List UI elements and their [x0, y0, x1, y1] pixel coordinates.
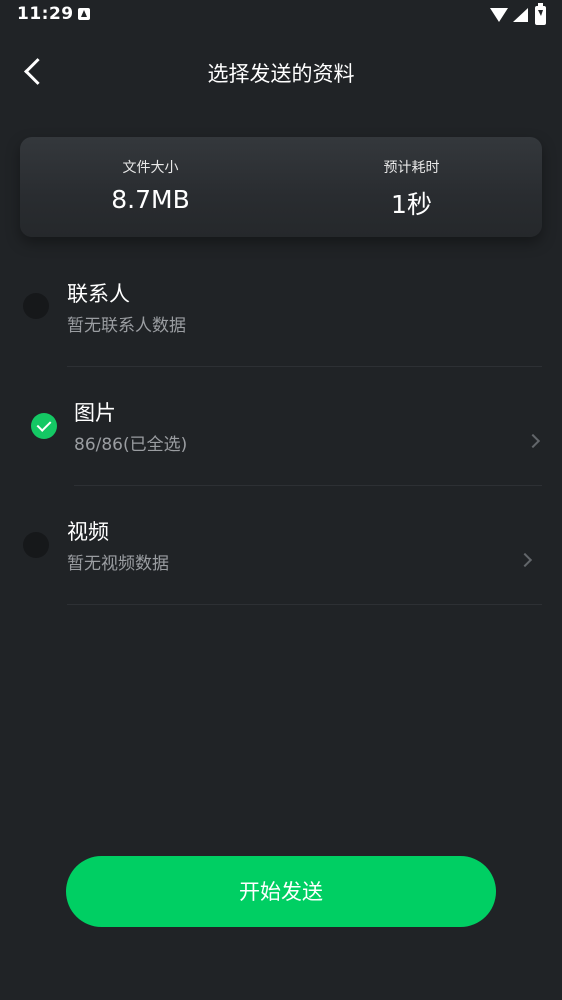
- file-size-label: 文件大小: [122, 160, 179, 176]
- contacts-select-radio[interactable]: [23, 293, 49, 319]
- status-time: 11:29: [17, 4, 74, 24]
- chevron-right-icon[interactable]: [517, 552, 533, 568]
- row-divider: [67, 604, 542, 605]
- contacts-subtitle: 暂无联系人数据: [67, 316, 186, 336]
- videos-select-radio[interactable]: [23, 532, 49, 558]
- category-row-contacts[interactable]: 联系人 暂无联系人数据: [0, 248, 562, 367]
- transfer-summary-card: 文件大小 8.7MB 预计耗时 1秒: [20, 137, 542, 237]
- file-size-block: 文件大小 8.7MB: [20, 137, 281, 237]
- estimated-time-block: 预计耗时 1秒: [281, 137, 542, 237]
- page-title: 选择发送的资料: [207, 62, 355, 86]
- photos-subtitle: 86/86(已全选): [74, 435, 188, 455]
- header: 选择发送的资料: [0, 44, 562, 100]
- wifi-icon: [490, 8, 508, 22]
- check-icon[interactable]: [31, 413, 57, 439]
- start-send-button[interactable]: 开始发送: [66, 856, 496, 927]
- battery-charging-icon: [535, 3, 546, 25]
- notification-app-icon: [78, 8, 90, 20]
- chevron-right-icon[interactable]: [525, 433, 541, 449]
- screen: 11:29 选择发送的资料 文件大小 8.7MB 预计耗时 1秒 联系人 暂无联…: [0, 0, 562, 1000]
- contacts-title: 联系人: [67, 282, 130, 306]
- estimated-time-value: 1秒: [391, 190, 432, 219]
- estimated-time-label: 预计耗时: [383, 160, 440, 176]
- videos-title: 视频: [67, 520, 109, 544]
- file-size-value: 8.7MB: [111, 185, 190, 214]
- cellular-signal-icon: [513, 8, 528, 22]
- videos-subtitle: 暂无视频数据: [67, 554, 169, 574]
- category-row-videos[interactable]: 视频 暂无视频数据: [0, 486, 562, 605]
- photos-title: 图片: [74, 401, 116, 425]
- category-row-photos[interactable]: 图片 86/86(已全选): [0, 367, 562, 486]
- status-bar: 11:29: [0, 0, 562, 32]
